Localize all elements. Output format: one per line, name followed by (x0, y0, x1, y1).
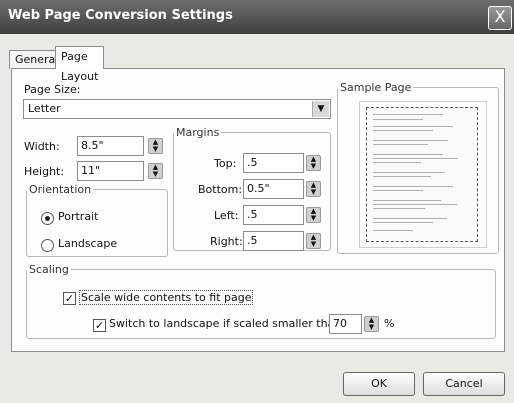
height-label: Height: (24, 165, 65, 178)
page-size-value: Letter (28, 102, 61, 115)
sample-page-legend: Sample Page (340, 81, 412, 94)
tab-page-layout-label: Page Layout (61, 50, 99, 83)
margin-bottom-spinner[interactable]: 0.5" ▲ ▼ (243, 179, 321, 199)
portrait-label[interactable]: Portrait (58, 210, 98, 223)
cancel-button[interactable]: Cancel (423, 372, 505, 396)
margins-legend: Margins (176, 126, 220, 139)
title-bar: Web Page Conversion Settings X (0, 0, 514, 34)
landscape-radio[interactable] (41, 239, 54, 252)
tab-page-layout[interactable]: Page Layout (55, 46, 105, 83)
height-spinner[interactable]: 11" ▲ ▼ (77, 161, 163, 181)
landscape-label[interactable]: Landscape (58, 237, 117, 250)
width-value[interactable]: 8.5" (77, 136, 144, 156)
margin-top-spinner[interactable]: .5 ▲ ▼ (243, 153, 321, 173)
ok-label: OK (371, 377, 387, 390)
scaling-group: Scaling ✓ Scale wide contents to fit pag… (26, 263, 496, 339)
chevron-down-icon: ▼ (312, 101, 329, 117)
height-value[interactable]: 11" (77, 161, 144, 181)
portrait-radio[interactable] (41, 212, 54, 225)
spinner-arrows-icon[interactable]: ▲ ▼ (306, 207, 321, 223)
orientation-group: Orientation Portrait Landscape (26, 183, 168, 257)
switch-landscape-label[interactable]: Switch to landscape if scaled smaller th… (109, 317, 345, 330)
scale-wide-label[interactable]: Scale wide contents to fit page (79, 290, 254, 305)
spinner-arrows-icon[interactable]: ▲ ▼ (306, 155, 321, 171)
spinner-arrows-icon[interactable]: ▲ ▼ (306, 181, 321, 197)
margins-group: Margins Top: .5 ▲ ▼ Bottom: 0.5" ▲ ▼ Left:… (173, 126, 331, 251)
spinner-arrows-icon[interactable]: ▲ ▼ (306, 233, 321, 249)
margin-left-value[interactable]: .5 (243, 205, 304, 225)
scale-threshold-spinner[interactable]: 70 ▲ ▼ (329, 314, 379, 334)
scale-threshold-value[interactable]: 70 (329, 314, 362, 334)
close-button[interactable]: X (488, 6, 512, 30)
margin-left-spinner[interactable]: .5 ▲ ▼ (243, 205, 321, 225)
width-spinner[interactable]: 8.5" ▲ ▼ (77, 136, 163, 156)
margin-right-value[interactable]: .5 (243, 231, 304, 251)
sample-page-preview (359, 101, 487, 248)
scaling-legend: Scaling (29, 263, 69, 276)
spinner-arrows-icon[interactable]: ▲ ▼ (148, 163, 163, 179)
spinner-arrows-icon[interactable]: ▲ ▼ (364, 316, 379, 332)
close-icon: X (494, 7, 506, 26)
width-label: Width: (24, 140, 60, 153)
margin-right-spinner[interactable]: .5 ▲ ▼ (243, 231, 321, 251)
page-size-select[interactable]: Letter ▼ (23, 99, 331, 119)
sample-page-paper (366, 107, 478, 242)
window-title: Web Page Conversion Settings (8, 8, 233, 23)
margin-right-label: Right: (210, 235, 243, 248)
switch-landscape-checkbox[interactable]: ✓ (93, 319, 106, 332)
spinner-arrows-icon[interactable]: ▲ ▼ (148, 138, 163, 154)
margin-left-label: Left: (214, 209, 239, 222)
margin-top-value[interactable]: .5 (243, 153, 304, 173)
scale-wide-checkbox[interactable]: ✓ (63, 292, 76, 305)
ok-button[interactable]: OK (343, 372, 415, 396)
orientation-legend: Orientation (29, 183, 92, 196)
margin-bottom-label: Bottom: (198, 183, 243, 196)
cancel-label: Cancel (445, 377, 483, 390)
percent-unit: % (384, 317, 395, 330)
margin-top-label: Top: (214, 157, 237, 170)
margin-bottom-value[interactable]: 0.5" (243, 179, 304, 199)
tab-general-label: General (15, 53, 59, 66)
